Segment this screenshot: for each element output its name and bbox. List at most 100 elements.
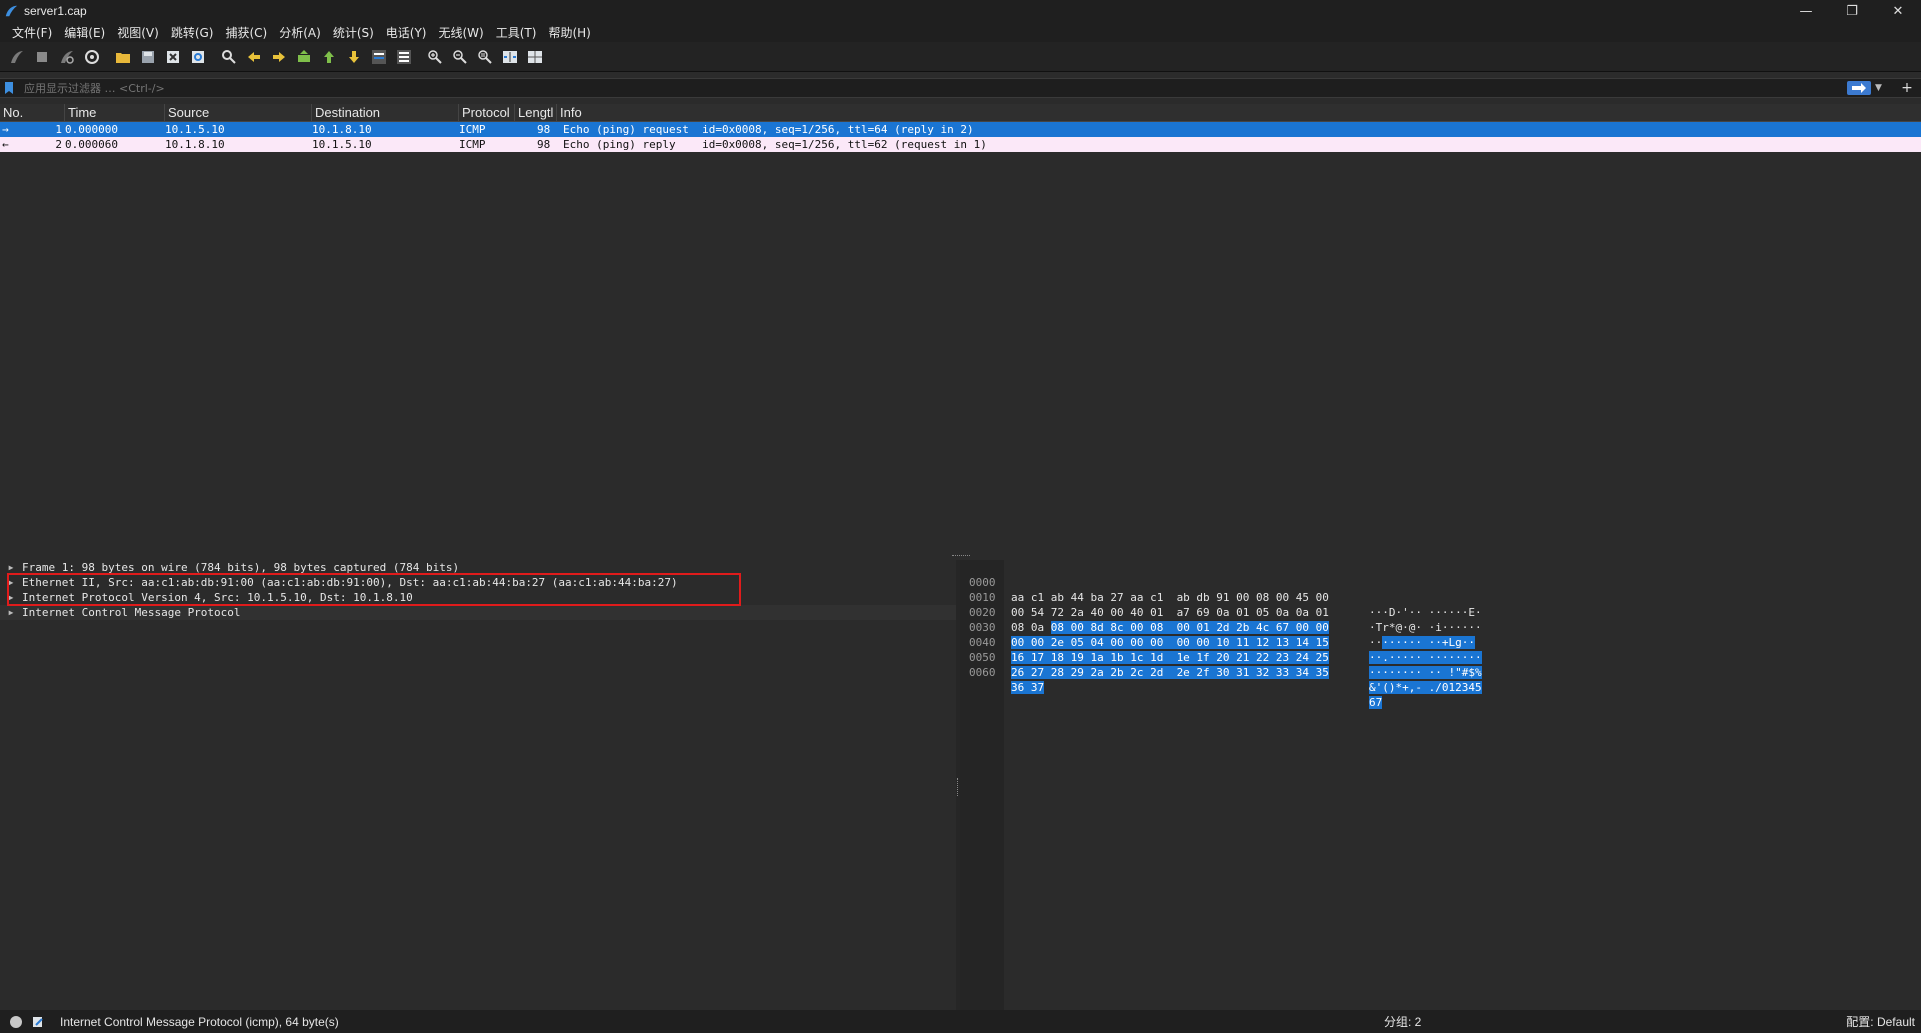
zoom-reset-icon[interactable] xyxy=(474,46,496,68)
minimize-button[interactable]: — xyxy=(1783,0,1829,22)
bytes-row: 0000 aa c1 ab 44 ba 27 aa c1 ab db 91 00… xyxy=(960,560,1921,619)
packet-destination: 10.1.8.10 xyxy=(312,123,372,136)
go-back-icon[interactable] xyxy=(243,46,265,68)
go-last-icon[interactable] xyxy=(343,46,365,68)
window-title: server1.cap xyxy=(24,4,87,18)
auto-scroll-icon[interactable] xyxy=(368,46,390,68)
menu-wireless[interactable]: 无线(W) xyxy=(433,24,490,41)
filter-dropdown-icon[interactable]: ▼ xyxy=(1875,83,1887,93)
stop-capture-icon[interactable] xyxy=(31,46,53,68)
expert-info-icon[interactable] xyxy=(10,1015,22,1028)
capture-options-icon[interactable] xyxy=(81,46,103,68)
start-capture-icon[interactable] xyxy=(6,46,28,68)
menu-view[interactable]: 视图(V) xyxy=(111,24,165,41)
packet-info: Echo (ping) reply id=0x0008, seq=1/256, … xyxy=(563,138,987,151)
profile-indicator[interactable]: 配置: Default xyxy=(1846,1013,1915,1030)
menu-bar: 文件(F) 编辑(E) 视图(V) 跳转(G) 捕获(C) 分析(A) 统计(S… xyxy=(0,22,1921,42)
add-filter-button[interactable]: + xyxy=(1897,80,1917,96)
arrow-right-icon xyxy=(1852,83,1866,93)
column-destination[interactable]: Destination xyxy=(312,104,459,121)
layout-icon[interactable] xyxy=(524,46,546,68)
hex-bytes[interactable]: 26 27 28 29 2a 2b 2c 2d 2e 2f 30 31 32 3… xyxy=(1011,665,1329,680)
packet-number: 1 xyxy=(55,123,62,136)
menu-telephony[interactable]: 电话(Y) xyxy=(380,24,433,41)
status-bar: Internet Control Message Protocol (icmp)… xyxy=(0,1010,1921,1033)
close-file-icon[interactable] xyxy=(162,46,184,68)
column-length[interactable]: Lengtl xyxy=(515,104,557,121)
expand-caret-icon[interactable]: ▶ xyxy=(0,605,22,620)
save-file-icon[interactable] xyxy=(137,46,159,68)
annotation-highlight-box xyxy=(7,573,741,606)
menu-edit[interactable]: 编辑(E) xyxy=(58,24,111,41)
packet-details-pane: ▶ Frame 1: 98 bytes on wire (784 bits), 9… xyxy=(0,560,956,1010)
packet-destination: 10.1.5.10 xyxy=(312,138,372,151)
packet-row[interactable]: → 1 0.000000 10.1.5.10 10.1.8.10 ICMP 98 … xyxy=(0,122,1921,137)
title-bar: server1.cap — ❐ ✕ xyxy=(0,0,1921,22)
hex-bytes[interactable]: 36 37 xyxy=(1011,680,1045,695)
zoom-out-icon[interactable] xyxy=(449,46,471,68)
menu-tools[interactable]: 工具(T) xyxy=(490,24,543,41)
menu-capture[interactable]: 捕获(C) xyxy=(219,24,273,41)
tree-item-label: Internet Control Message Protocol xyxy=(22,606,241,619)
open-file-icon[interactable] xyxy=(112,46,134,68)
menu-go[interactable]: 跳转(G) xyxy=(165,24,220,41)
find-packet-icon[interactable] xyxy=(218,46,240,68)
filter-bookmark-icon[interactable] xyxy=(0,82,18,94)
reply-arrow-icon: ← xyxy=(2,138,9,151)
packet-source: 10.1.5.10 xyxy=(165,123,225,136)
byte-offset: 0060 xyxy=(969,666,996,679)
packet-number: 2 xyxy=(55,138,62,151)
bytes-row: 0050 26 27 28 29 2a 2b 2c 2d 2e 2f 30 31… xyxy=(960,635,1921,694)
column-source[interactable]: Source xyxy=(165,104,312,121)
column-protocol[interactable]: Protocol xyxy=(459,104,515,121)
column-no[interactable]: No. xyxy=(0,104,65,121)
menu-statistics[interactable]: 统计(S) xyxy=(327,24,380,41)
capture-comment-icon[interactable] xyxy=(32,1016,44,1028)
bytes-row: 0040 16 17 18 19 1a 1b 1c 1d 1e 1f 20 21… xyxy=(960,620,1921,679)
bytes-row: 0020 08 0a 08 00 8d 8c 00 08 00 01 2d 2b… xyxy=(960,590,1921,649)
ascii-bytes[interactable]: &'()*+,- ./012345 xyxy=(1369,680,1482,695)
packet-time: 0.000000 xyxy=(65,123,118,136)
resize-columns-icon[interactable] xyxy=(499,46,521,68)
display-filter-bar: ▼ + xyxy=(0,78,1921,98)
packet-protocol: ICMP xyxy=(459,123,486,136)
tree-item-icmp[interactable]: ▶ Internet Control Message Protocol xyxy=(0,605,956,620)
column-info[interactable]: Info xyxy=(557,104,1921,121)
zoom-in-icon[interactable] xyxy=(424,46,446,68)
status-message: Internet Control Message Protocol (icmp)… xyxy=(60,1014,339,1029)
close-button[interactable]: ✕ xyxy=(1875,0,1921,22)
apply-filter-button[interactable] xyxy=(1847,81,1871,95)
menu-file[interactable]: 文件(F) xyxy=(6,24,58,41)
display-filter-input[interactable] xyxy=(18,79,1847,97)
packet-count: 分组: 2 xyxy=(1384,1015,1422,1029)
window-controls: — ❐ ✕ xyxy=(1783,0,1921,22)
packet-source: 10.1.8.10 xyxy=(165,138,225,151)
packet-list-header: No. Time Source Destination Protocol Len… xyxy=(0,104,1921,122)
go-to-packet-icon[interactable] xyxy=(293,46,315,68)
go-forward-icon[interactable] xyxy=(268,46,290,68)
restart-capture-icon[interactable] xyxy=(56,46,78,68)
bytes-row: 0030 00 00 2e 05 04 00 00 00 00 00 10 11… xyxy=(960,605,1921,664)
main-toolbar xyxy=(0,42,1921,72)
packet-info: Echo (ping) request id=0x0008, seq=1/256… xyxy=(563,123,974,136)
request-arrow-icon: → xyxy=(2,123,9,136)
packet-list-pane: No. Time Source Destination Protocol Len… xyxy=(0,104,1921,554)
packet-bytes-pane: 0000 aa c1 ab 44 ba 27 aa c1 ab db 91 00… xyxy=(960,560,1921,1010)
ascii-bytes[interactable]: ········ ·· !"#$% xyxy=(1369,665,1482,680)
colorize-icon[interactable] xyxy=(393,46,415,68)
menu-help[interactable]: 帮助(H) xyxy=(542,24,596,41)
reload-file-icon[interactable] xyxy=(187,46,209,68)
packet-length: 98 xyxy=(537,123,551,136)
packet-protocol: ICMP xyxy=(459,138,486,151)
wireshark-fin-icon xyxy=(5,5,18,17)
packet-row[interactable]: ← 2 0.000060 10.1.8.10 10.1.5.10 ICMP 98 … xyxy=(0,137,1921,152)
go-first-icon[interactable] xyxy=(318,46,340,68)
bytes-row: 0060 36 37 67 xyxy=(960,650,1921,709)
packet-time: 0.000060 xyxy=(65,138,118,151)
ascii-bytes[interactable]: 67 xyxy=(1369,695,1383,710)
restore-button[interactable]: ❐ xyxy=(1829,0,1875,22)
bytes-row: 0010 00 54 72 2a 40 00 40 01 a7 69 0a 01… xyxy=(960,575,1921,634)
packet-length: 98 xyxy=(537,138,551,151)
column-time[interactable]: Time xyxy=(65,104,165,121)
menu-analyze[interactable]: 分析(A) xyxy=(273,24,327,41)
